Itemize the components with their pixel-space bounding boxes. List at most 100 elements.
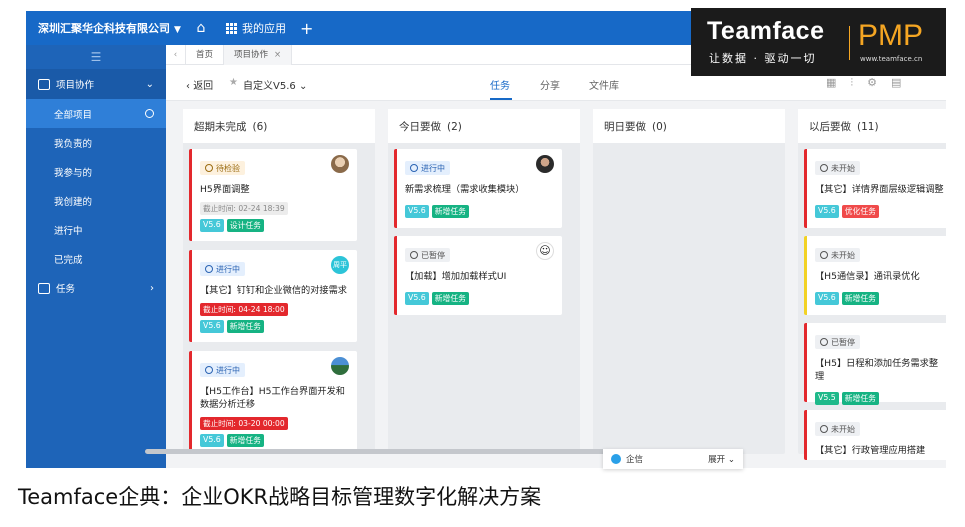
home-icon[interactable]: ⌂ — [186, 20, 216, 36]
status-badge: 已暂停 — [405, 248, 450, 262]
tab-home[interactable]: 首页 — [186, 44, 225, 65]
avatar[interactable]: ☺ — [536, 242, 554, 260]
task-list-icon — [38, 282, 50, 294]
version-tag: V5.5 — [815, 392, 839, 405]
logo-product: PMP — [858, 19, 924, 52]
chevron-right-icon: › — [150, 282, 154, 294]
sidebar-item-all-projects[interactable]: 全部项目 — [26, 99, 166, 128]
column-title: 明日要做 — [604, 121, 646, 133]
type-tag: 新增任务 — [431, 292, 469, 305]
status-label: 待检验 — [216, 163, 240, 173]
column-count: (6) — [252, 121, 268, 133]
task-card[interactable]: 已暂停 【H5】日程和添加任务需求整理 V5.5 新增任务 — [804, 323, 946, 405]
version-tag: V5.6 — [200, 219, 224, 232]
grid-icon — [226, 22, 237, 34]
task-card[interactable]: 待检验 H5界面调整 截止时间: 02-24 18:39 V5.6 设计任务 — [189, 149, 357, 241]
view-selector[interactable]: 自定义V5.6 ⌄ — [243, 77, 307, 92]
sidebar-item-completed[interactable]: 已完成 — [26, 244, 166, 273]
back-button[interactable]: ‹ 返回 — [186, 77, 213, 92]
status-badge: 进行中 — [200, 363, 245, 377]
close-icon[interactable]: × — [274, 50, 281, 60]
pause-icon — [820, 338, 828, 346]
pause-icon — [410, 251, 418, 259]
my-apps-label: 我的应用 — [242, 22, 286, 35]
star-icon[interactable]: ★ — [229, 77, 238, 88]
task-card[interactable]: 未开始 【其它】行政管理应用搭建 — [804, 410, 946, 460]
expand-button[interactable]: 展开 ⌄ — [708, 453, 735, 465]
tab-project[interactable]: 项目协作 × — [224, 44, 293, 65]
type-tag: 新增任务 — [841, 392, 879, 405]
chat-float-bar[interactable]: 企信 展开 ⌄ — [603, 449, 743, 469]
sidebar-group-label: 任务 — [56, 284, 76, 295]
teamface-logo: Teamface 让数据 · 驱动一切 PMP www.teamface.cn — [691, 8, 946, 76]
avatar[interactable] — [331, 155, 349, 173]
deadline-label: 截止时间: 02-24 18:39 — [200, 202, 288, 215]
collapse-menu-icon[interactable]: ☰ — [26, 45, 166, 69]
version-tag: V5.6 — [405, 205, 429, 218]
board-view-icon[interactable]: ▦ — [826, 76, 836, 90]
tab-task[interactable]: 任务 — [490, 77, 510, 92]
chat-icon — [611, 454, 621, 464]
sidebar-group-project[interactable]: 项目协作 ⌄ — [26, 69, 166, 99]
avatar[interactable] — [536, 155, 554, 173]
folder-icon — [38, 78, 50, 90]
task-card[interactable]: 已暂停 ☺ 【加载】增加加载样式UI V5.6 新增任务 — [394, 236, 562, 315]
tag-list: V5.6 新增任务 — [200, 320, 349, 333]
status-label: 未开始 — [831, 163, 855, 173]
column-count: (11) — [857, 121, 879, 133]
column-today: 今日要做 (2) 进行中 新需求梳理（需求收集模块） V5.6 新增任务 已暂停 ☺… — [388, 109, 580, 454]
tab-label: 项目协作 — [234, 49, 269, 60]
column-count: (0) — [652, 121, 667, 133]
task-title: 【H5】日程和添加任务需求整理 — [815, 358, 939, 382]
sidebar-item-in-progress[interactable]: 进行中 — [26, 215, 166, 244]
type-tag: 优化任务 — [841, 205, 879, 218]
company-name: 深圳汇聚华企科技有限公司 — [38, 22, 170, 35]
active-tab-indicator — [490, 98, 512, 100]
add-icon[interactable]: + — [300, 19, 313, 38]
sidebar-item-responsible[interactable]: 我负责的 — [26, 128, 166, 157]
sidebar-item-created[interactable]: 我创建的 — [26, 186, 166, 215]
deadline-label: 截止时间: 04-24 18:00 — [200, 303, 288, 316]
deadline-label: 截止时间: 03-20 00:00 — [200, 417, 288, 430]
caption-text: Teamface企典：企业OKR战略目标管理数字化解决方案 — [18, 485, 542, 509]
sidebar-item-participating[interactable]: 我参与的 — [26, 157, 166, 186]
expand-label: 展开 — [708, 455, 726, 465]
archive-icon[interactable]: ▤ — [891, 76, 901, 90]
column-header: 今日要做 (2) — [388, 109, 580, 143]
type-tag: 新增任务 — [226, 434, 264, 447]
chat-label: 企信 — [626, 455, 644, 465]
settings-icon[interactable] — [145, 109, 154, 118]
task-card[interactable]: 进行中 周平 【其它】钉钉和企业微信的对接需求 截止时间: 04-24 18:0… — [189, 250, 357, 342]
status-label: 未开始 — [831, 250, 855, 260]
status-label: 未开始 — [831, 424, 855, 434]
minus-circle-icon — [820, 164, 828, 172]
sidebar-group-label: 项目协作 — [56, 80, 95, 91]
task-card[interactable]: 未开始 【其它】详情界面层级逻辑调整 V5.6 优化任务 — [804, 149, 946, 228]
tab-label: 首页 — [196, 49, 214, 60]
tab-share[interactable]: 分享 — [540, 77, 560, 92]
tag-list: V5.6 新增任务 — [815, 292, 946, 305]
type-tag: 新增任务 — [226, 320, 264, 333]
status-badge: 未开始 — [815, 248, 860, 262]
company-switcher[interactable]: 深圳汇聚华企科技有限公司 ▼ — [26, 20, 186, 36]
logo-url: www.teamface.cn — [860, 55, 923, 63]
tab-files[interactable]: 文件库 — [589, 77, 619, 92]
logo-divider — [849, 26, 850, 60]
avatar[interactable]: 周平 — [331, 256, 349, 274]
avatar[interactable] — [331, 357, 349, 375]
version-tag: V5.6 — [815, 292, 839, 305]
status-label: 进行中 — [216, 264, 240, 274]
filter-icon[interactable]: ⫶ — [850, 76, 853, 90]
column-header: 以后要做 (11) — [798, 109, 946, 143]
task-card[interactable]: 进行中 【H5工作台】H5工作台界面开发和数据分析迁移 截止时间: 03-20 … — [189, 351, 357, 454]
sidebar-group-task[interactable]: 任务 › — [26, 273, 166, 303]
tab-scroll-left-icon[interactable]: ‹ — [166, 44, 186, 65]
gear-icon[interactable]: ⚙ — [867, 76, 877, 90]
sidebar: ☰ 项目协作 ⌄ 全部项目 我负责的 我参与的 我创建的 进行中 已完成 任务 … — [26, 45, 166, 468]
clock-icon — [205, 265, 213, 273]
column-title: 今日要做 — [399, 121, 441, 133]
my-apps-button[interactable]: 我的应用 — [226, 20, 286, 36]
task-card[interactable]: 未开始 【H5通信录】通讯录优化 V5.6 新增任务 — [804, 236, 946, 315]
chevron-down-icon: ⌄ — [298, 81, 308, 92]
task-card[interactable]: 进行中 新需求梳理（需求收集模块） V5.6 新增任务 — [394, 149, 562, 228]
